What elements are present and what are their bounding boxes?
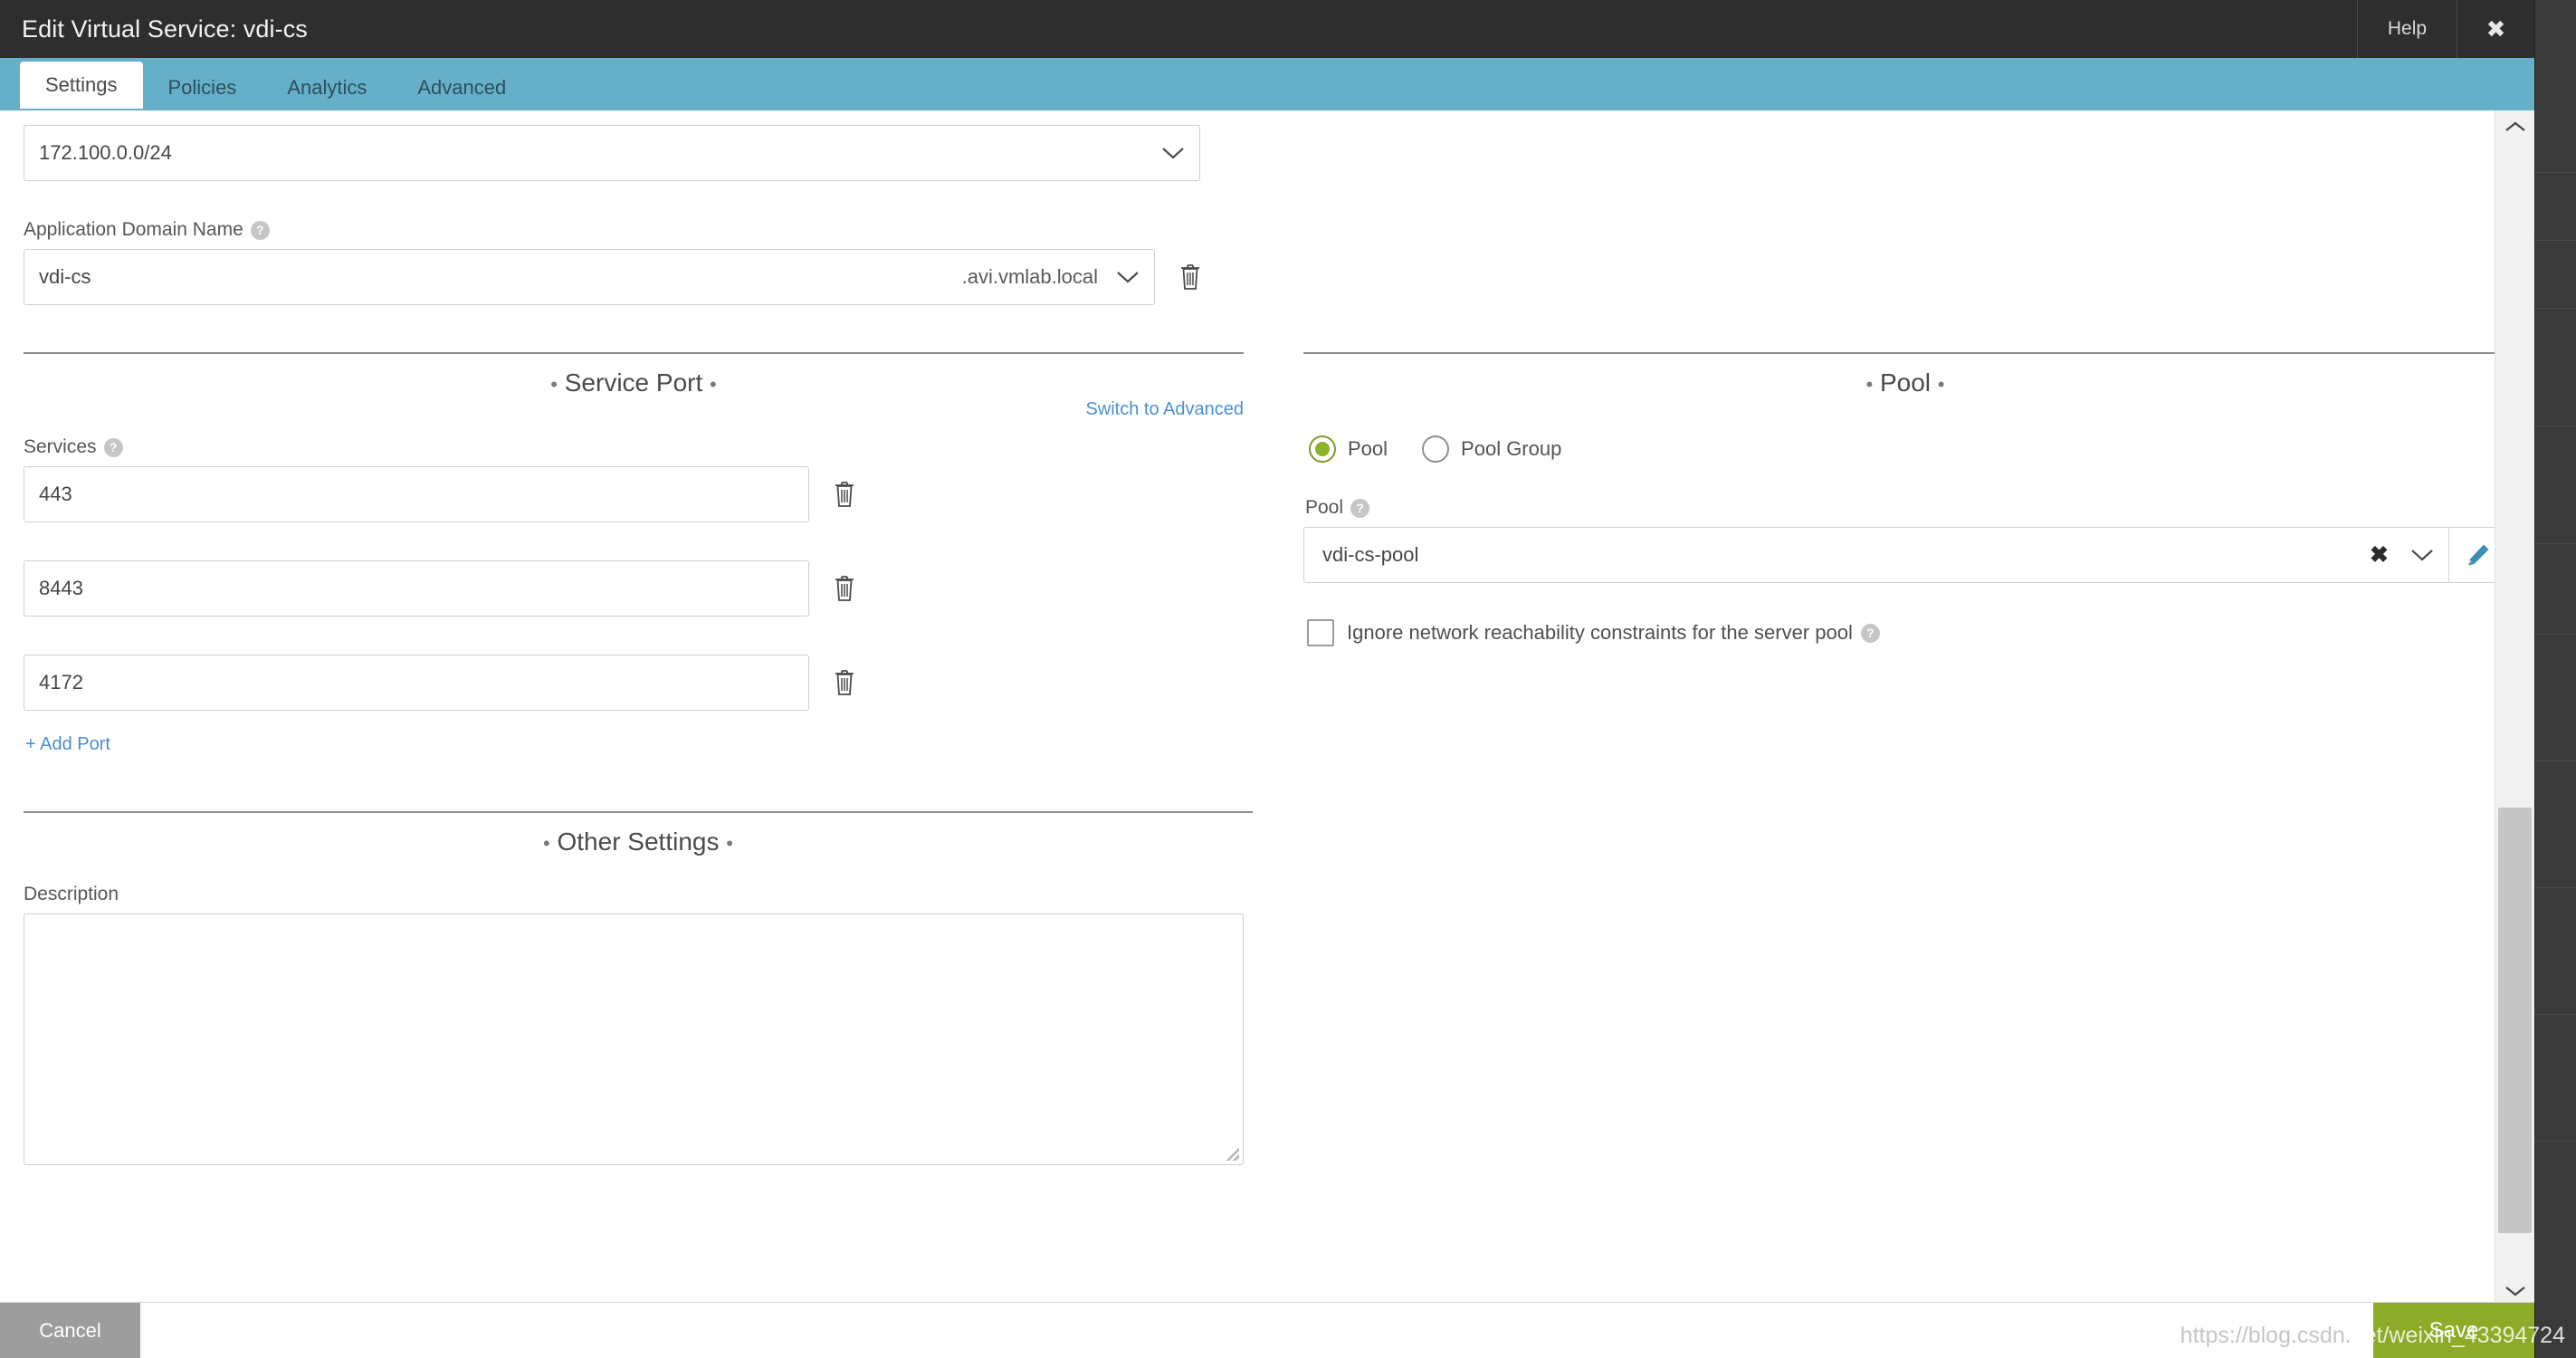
chevron-down-icon[interactable]: [2410, 543, 2434, 567]
service-port-input[interactable]: 443: [24, 466, 809, 522]
pool-label: Pool ?: [1305, 497, 2507, 519]
service-port-value: 4172: [39, 671, 83, 694]
settings-form: 172.100.0.0/24 Application: [0, 110, 2495, 1165]
service-port-input[interactable]: 4172: [24, 655, 809, 711]
service-port-row: 4172: [24, 655, 1253, 711]
application-domain-name-field: Application Domain Name ? vdi-cs .avi.vm…: [24, 219, 1238, 305]
service-port-section: • Service Port •: [24, 352, 1244, 405]
description-textarea[interactable]: [24, 913, 1244, 1165]
other-settings-section: • Other Settings •: [24, 811, 1253, 864]
radio-circle-icon: [1309, 435, 1336, 463]
services-field: Services ? 443: [24, 436, 1253, 755]
edit-virtual-service-modal: Edit Virtual Service: vdi-cs Help ✖ Sett…: [0, 0, 2534, 1358]
tab-advanced[interactable]: Advanced: [392, 67, 531, 109]
add-port-link[interactable]: + Add Port: [25, 734, 110, 754]
services-label-text: Services: [24, 436, 97, 458]
service-port-row: 443: [24, 466, 1253, 522]
app-domain-row: Application Domain Name ? vdi-cs .avi.vm…: [24, 219, 2471, 305]
modal-footer: Cancel Save: [0, 1302, 2534, 1358]
radio-pool-label: Pool: [1348, 437, 1388, 461]
network-select[interactable]: 172.100.0.0/24: [24, 125, 1200, 181]
application-domain-name-input[interactable]: vdi-cs .avi.vmlab.local: [24, 249, 1155, 305]
description-label: Description: [24, 884, 1253, 905]
ignore-network-reachability-label-text: Ignore network reachability constraints …: [1347, 621, 1853, 645]
trash-icon[interactable]: [829, 571, 860, 606]
service-port-section-title-text: Service Port: [565, 368, 703, 397]
pool-select[interactable]: vdi-cs-pool ✖: [1304, 528, 2448, 582]
modal-titlebar: Edit Virtual Service: vdi-cs Help ✖: [0, 0, 2534, 58]
vertical-scrollbar[interactable]: [2495, 110, 2534, 1307]
page-title: Edit Virtual Service: vdi-cs: [0, 15, 308, 43]
application-domain-name-value: vdi-cs: [39, 265, 91, 289]
chevron-down-icon[interactable]: [1161, 141, 1185, 165]
pool-select-field: Pool ? vdi-cs-pool ✖: [1303, 497, 2507, 583]
help-button[interactable]: Help: [2357, 0, 2457, 58]
close-icon[interactable]: ✖: [2457, 0, 2534, 58]
radio-pool[interactable]: Pool: [1309, 435, 1388, 463]
pool-section-title-text: Pool: [1880, 368, 1931, 397]
pool-type-radio-group: Pool Pool Group: [1309, 435, 2507, 463]
footer-spacer: [140, 1303, 2373, 1358]
resize-handle-icon[interactable]: [1226, 1148, 1239, 1161]
service-port-section-title: • Service Port •: [24, 354, 1244, 405]
description-label-text: Description: [24, 884, 119, 905]
trash-icon[interactable]: [829, 477, 860, 512]
application-domain-name-label: Application Domain Name ?: [24, 219, 1238, 241]
application-domain-name-label-text: Application Domain Name: [24, 219, 243, 241]
pool-select-wrapper: vdi-cs-pool ✖: [1303, 527, 2507, 583]
service-port-row: 8443: [24, 560, 1253, 617]
tab-settings[interactable]: Settings: [20, 62, 143, 109]
trash-icon[interactable]: [829, 665, 860, 700]
network-field: 172.100.0.0/24: [24, 125, 1238, 181]
ignore-network-reachability-label: Ignore network reachability constraints …: [1347, 621, 1880, 645]
clear-x-icon[interactable]: ✖: [2364, 544, 2394, 567]
ports-pool-row: • Service Port • Switch to Advanced Serv…: [24, 305, 2471, 1165]
service-port-input[interactable]: 8443: [24, 560, 809, 617]
cancel-button[interactable]: Cancel: [0, 1303, 140, 1358]
chevron-down-icon[interactable]: [1116, 265, 1140, 289]
modal-body: 172.100.0.0/24 Application: [0, 110, 2534, 1307]
radio-pool-group[interactable]: Pool Group: [1422, 435, 1561, 463]
radio-pool-group-label: Pool Group: [1461, 437, 1561, 461]
network-row: 172.100.0.0/24: [24, 110, 2471, 181]
application-domain-name-suffix: .avi.vmlab.local: [91, 265, 1116, 289]
save-button[interactable]: Save: [2373, 1303, 2534, 1358]
ignore-network-reachability-checkbox-row[interactable]: Ignore network reachability constraints …: [1307, 619, 2507, 646]
pool-label-text: Pool: [1305, 497, 1343, 519]
trash-icon[interactable]: [1175, 260, 1206, 294]
help-circle-icon[interactable]: ?: [251, 221, 270, 240]
help-circle-icon[interactable]: ?: [1861, 624, 1880, 643]
services-label: Services ?: [24, 436, 1253, 458]
tab-policies[interactable]: Policies: [143, 67, 262, 109]
tab-analytics[interactable]: Analytics: [262, 67, 392, 109]
pool-section: • Pool •: [1303, 352, 2507, 405]
radio-circle-icon: [1422, 435, 1449, 463]
tab-bar: Settings Policies Analytics Advanced: [0, 58, 2534, 110]
other-settings-section-title: • Other Settings •: [24, 813, 1253, 864]
service-port-value: 8443: [39, 577, 83, 600]
network-value: 172.100.0.0/24: [39, 141, 172, 165]
help-circle-icon[interactable]: ?: [1350, 499, 1369, 518]
description-field: Description: [24, 884, 1253, 1165]
help-circle-icon[interactable]: ?: [104, 438, 123, 457]
ignore-network-reachability-checkbox[interactable]: [1307, 619, 1334, 646]
scrollbar-thumb[interactable]: [2498, 808, 2532, 1233]
other-settings-section-title-text: Other Settings: [558, 827, 720, 856]
pool-select-value: vdi-cs-pool: [1322, 543, 2348, 567]
chevron-up-icon[interactable]: [2495, 110, 2534, 143]
pool-section-title: • Pool •: [1303, 354, 2507, 405]
service-port-value: 443: [39, 483, 72, 506]
